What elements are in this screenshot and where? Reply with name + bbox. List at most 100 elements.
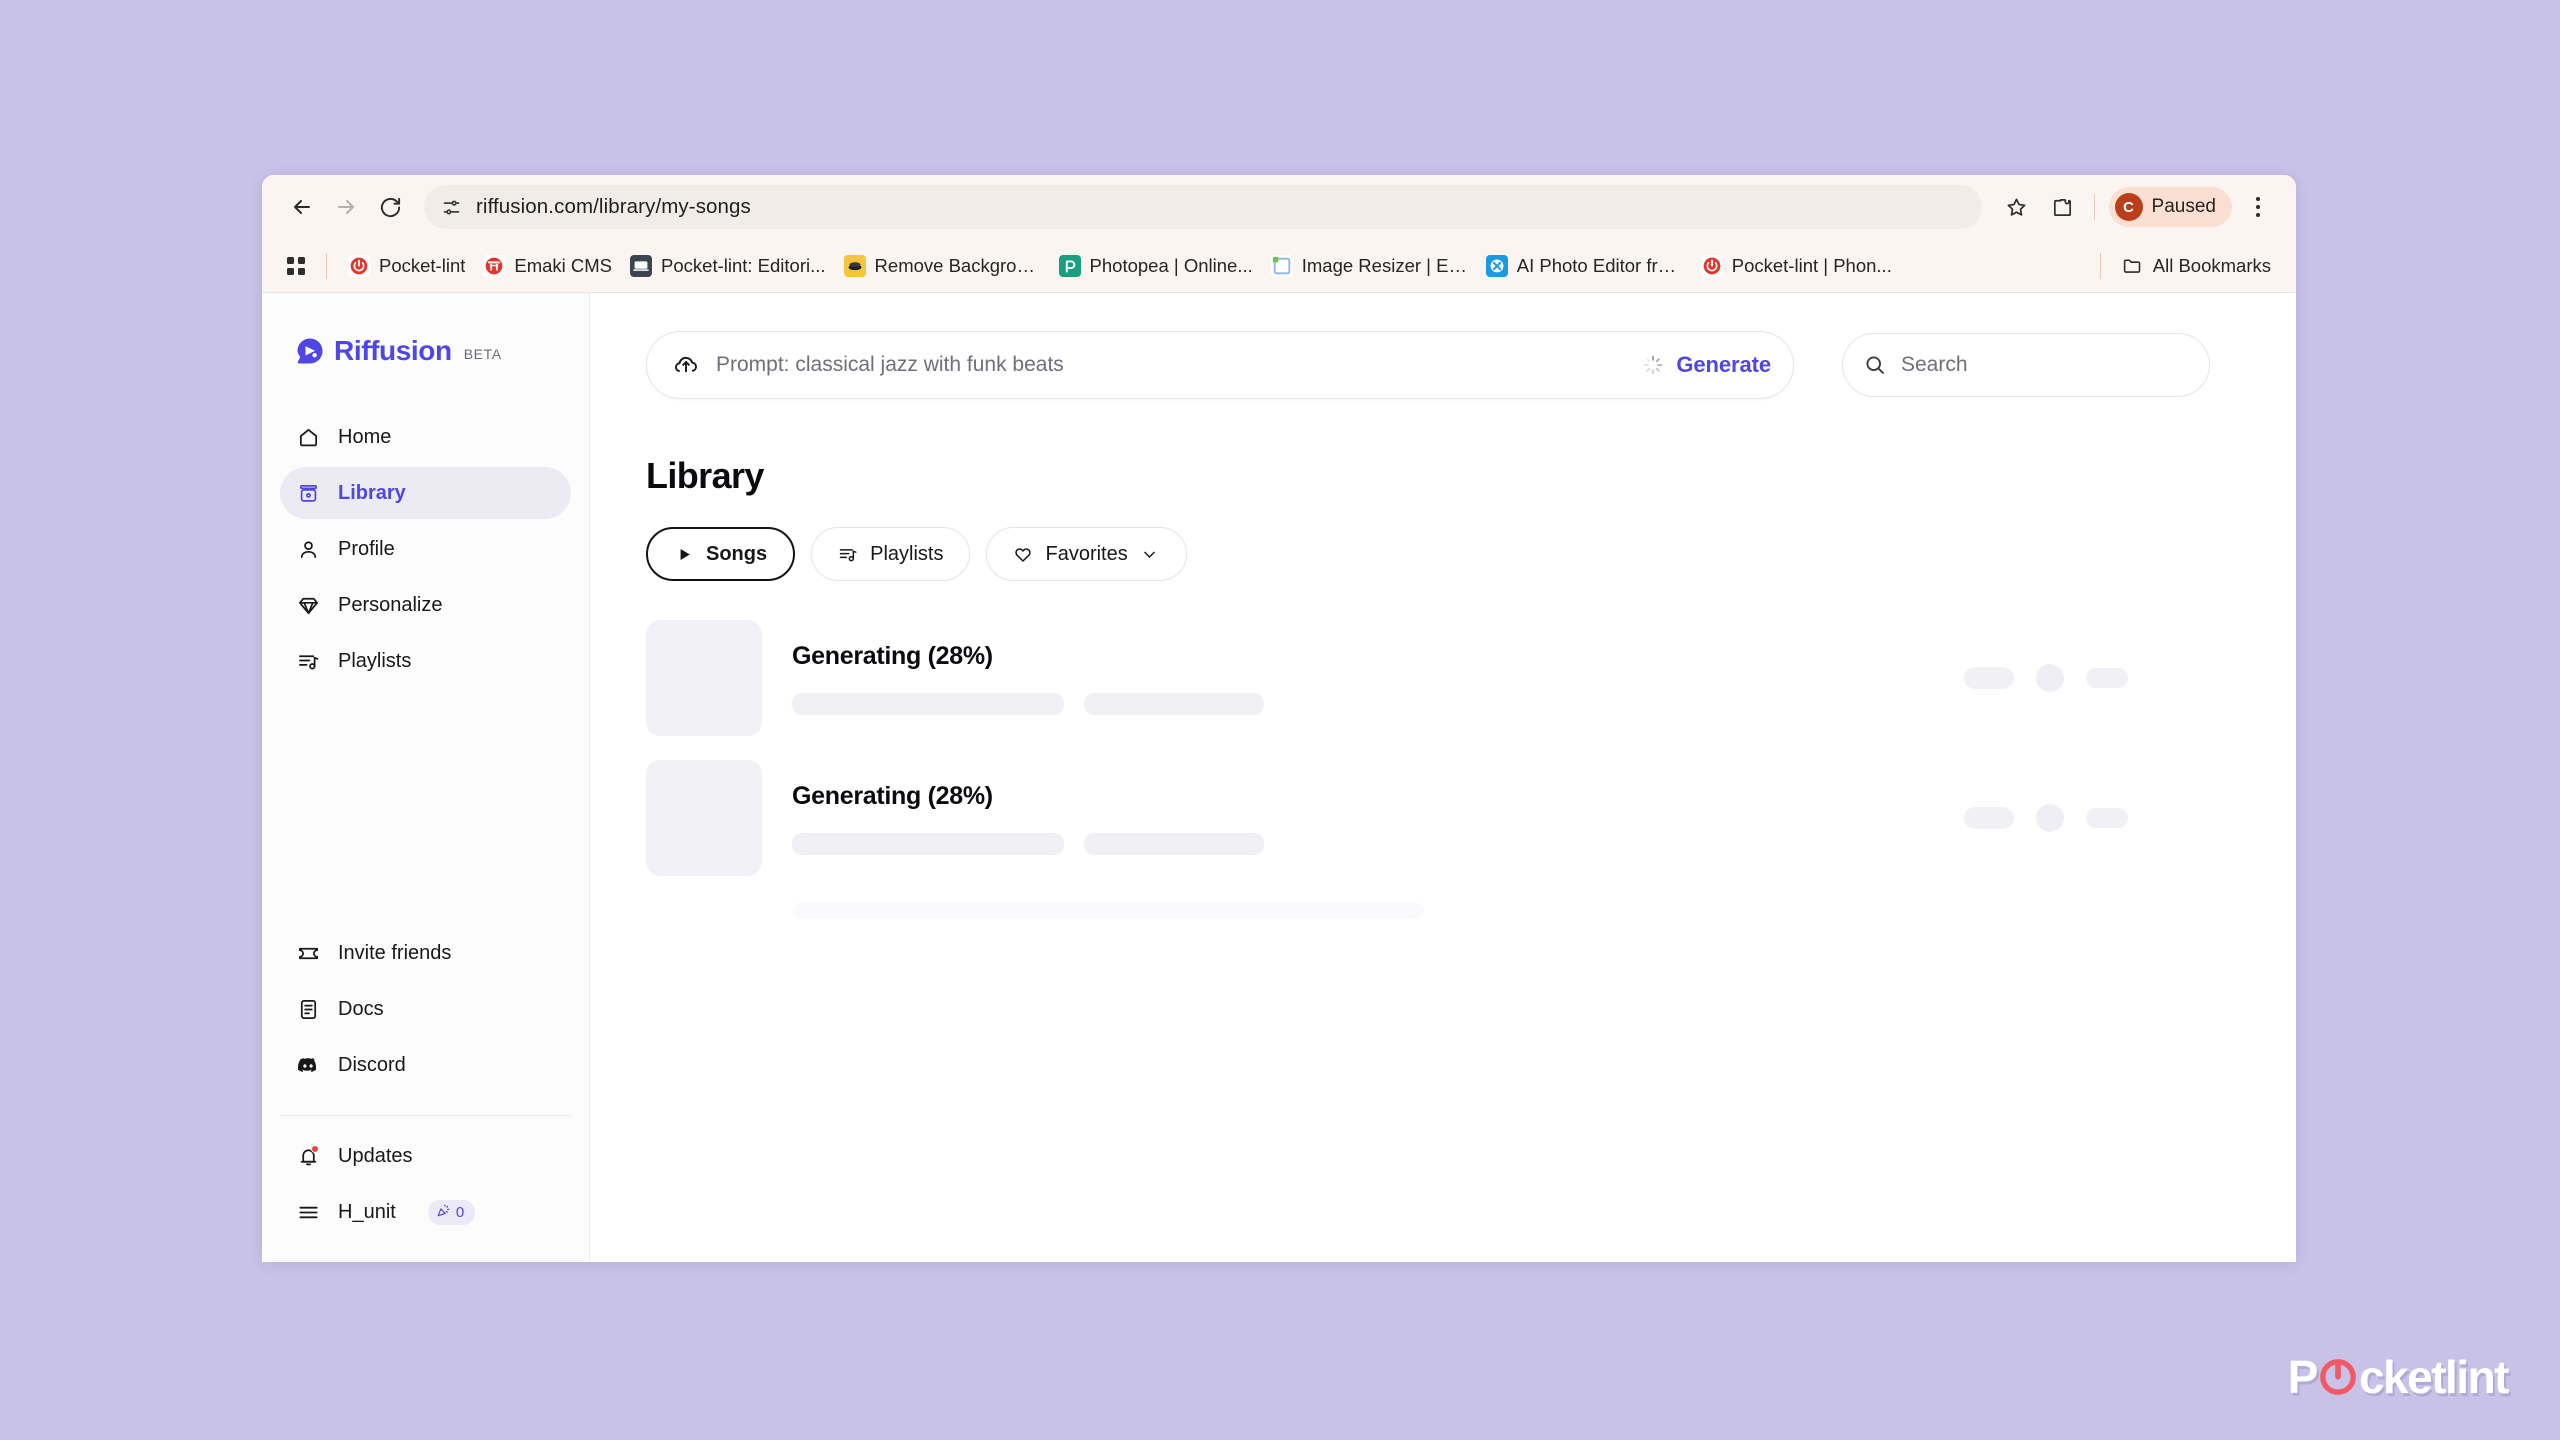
sidebar-item-profile[interactable]: Profile <box>280 523 571 575</box>
profile-status-label: Paused <box>2151 196 2216 217</box>
folder-icon <box>2122 255 2144 277</box>
bookmark-item[interactable]: Pocket-lint: Editori... <box>621 251 835 281</box>
watermark-prefix: P <box>2287 1351 2319 1403</box>
main-content: Prompt: classical jazz with funk beats G… <box>590 293 2296 1262</box>
sidebar-item-h-unit[interactable]: H_unit 0 <box>280 1186 571 1238</box>
sidebar-item-updates[interactable]: Updates <box>280 1130 571 1182</box>
photopea-icon <box>1058 254 1081 277</box>
sidebar-item-label: Discord <box>338 1053 406 1076</box>
skeleton-bar <box>1084 692 1264 715</box>
bookmark-item[interactable]: Image Resizer | Ea... <box>1262 251 1477 281</box>
browser-toolbar: riffusion.com/library/my-songs C Paused <box>262 175 2296 239</box>
tab-songs[interactable]: Songs <box>646 527 796 581</box>
skeleton-pill <box>1964 667 2014 689</box>
brand-name: Riffusion <box>334 335 452 366</box>
tab-label: Songs <box>706 542 768 565</box>
url-text: riffusion.com/library/my-songs <box>476 195 751 218</box>
sidebar-item-playlists[interactable]: Playlists <box>280 635 571 687</box>
profile-chip[interactable]: C Paused <box>2108 187 2232 227</box>
prompt-placeholder: Prompt: classical jazz with funk beats <box>716 353 1064 376</box>
search-input[interactable]: Search <box>1842 333 2210 397</box>
song-actions-skeleton <box>1964 664 2128 692</box>
power-button-icon <box>2318 1357 2358 1397</box>
star-icon[interactable] <box>1996 186 2038 228</box>
bookmark-item[interactable]: Remove Backgrou... <box>835 251 1050 281</box>
page-title: Library <box>646 455 764 496</box>
skeleton-bar <box>792 692 1064 715</box>
forward-button[interactable] <box>324 185 368 229</box>
library-content: Library Songs Playlists Favorites Genera… <box>590 455 2296 919</box>
search-icon <box>1863 353 1887 377</box>
brand[interactable]: Riffusion BETA <box>280 293 571 411</box>
ticket-icon <box>296 941 320 965</box>
sidebar-item-library[interactable]: Library <box>280 467 571 519</box>
prompt-input[interactable]: Prompt: classical jazz with funk beats G… <box>646 331 1794 399</box>
remove-bg-icon <box>843 254 866 277</box>
sidebar-item-personalize[interactable]: Personalize <box>280 579 571 631</box>
bookmark-item[interactable]: Pocket-lint <box>339 251 474 281</box>
all-bookmarks-button[interactable]: All Bookmarks <box>2113 251 2280 281</box>
bookmark-label: Pocket-lint: Editori... <box>661 254 826 276</box>
toolbar-divider <box>2093 194 2095 220</box>
emaki-torii-icon <box>483 254 506 277</box>
back-button[interactable] <box>280 185 324 229</box>
skeleton-bar <box>792 832 1064 855</box>
sidebar-item-label: Playlists <box>338 649 412 672</box>
sidebar-item-label: H_unit <box>338 1200 396 1223</box>
kebab-menu-icon[interactable] <box>2238 187 2278 227</box>
document-icon <box>296 997 320 1021</box>
address-bar[interactable]: riffusion.com/library/my-songs <box>424 185 1982 229</box>
song-info: Generating (28%) <box>792 782 1964 855</box>
generate-button[interactable]: Generate <box>1676 352 1771 378</box>
reload-button[interactable] <box>368 185 412 229</box>
tune-icon[interactable] <box>440 196 462 218</box>
sidebar-item-label: Invite friends <box>338 941 452 964</box>
top-bar: Prompt: classical jazz with funk beats G… <box>590 293 2296 399</box>
apps-grid-icon[interactable] <box>280 250 312 282</box>
list-item[interactable]: Generating (28%) <box>646 619 2244 737</box>
playlist-icon <box>296 649 320 673</box>
pocketlint-power-icon <box>348 254 370 277</box>
bookmark-item[interactable]: Photopea | Online... <box>1050 251 1262 281</box>
bookmark-label: Image Resizer | Ea... <box>1301 254 1468 276</box>
sidebar-item-docs[interactable]: Docs <box>280 983 571 1035</box>
notification-dot <box>311 1145 319 1153</box>
sidebar-item-label: Docs <box>338 997 384 1020</box>
sidebar-divider <box>280 1115 571 1116</box>
diamond-icon <box>296 593 320 617</box>
image-resizer-icon <box>1270 254 1293 277</box>
library-icon <box>296 481 320 505</box>
bookmark-label: Pocket-lint | Phon... <box>1731 254 1892 276</box>
song-meta-skeleton <box>792 832 1964 855</box>
bookmark-label: Remove Backgrou... <box>874 254 1041 276</box>
pocketlint-editorial-icon <box>630 254 653 277</box>
skeleton-pill <box>2086 668 2128 688</box>
skeleton-pill <box>2086 808 2128 828</box>
song-status: Generating (28%) <box>792 641 993 670</box>
watermark-suffix: cketlint <box>2358 1351 2510 1403</box>
sidebar-item-invite-friends[interactable]: Invite friends <box>280 927 571 979</box>
bookmark-label: AI Photo Editor fre... <box>1516 254 1683 276</box>
tab-favorites[interactable]: Favorites <box>986 527 1187 581</box>
sidebar-item-discord[interactable]: Discord <box>280 1039 571 1091</box>
song-info: Generating (28%) <box>792 642 1964 715</box>
library-filters: Songs Playlists Favorites <box>646 527 2244 581</box>
bookmark-item[interactable]: Emaki CMS <box>474 251 621 281</box>
list-item[interactable]: Generating (28%) <box>646 759 2244 877</box>
sidebar-item-label: Updates <box>338 1144 413 1167</box>
status-badge: 0 <box>427 1199 476 1225</box>
tab-label: Playlists <box>870 542 944 565</box>
sidebar-item-home[interactable]: Home <box>280 411 571 463</box>
party-popper-icon <box>436 1203 451 1222</box>
bookmark-item[interactable]: Pocket-lint | Phon... <box>1692 251 1901 281</box>
upload-cloud-icon[interactable] <box>673 352 699 378</box>
puzzle-icon[interactable] <box>2042 186 2084 228</box>
sidebar-item-label: Home <box>338 425 392 448</box>
app-page: Riffusion BETA Home Library Profile Pers… <box>262 293 2296 1262</box>
all-bookmarks-label: All Bookmarks <box>2152 254 2271 276</box>
hamburger-icon <box>296 1200 320 1224</box>
bookmark-label: Emaki CMS <box>514 254 613 276</box>
tab-playlists[interactable]: Playlists <box>811 527 971 581</box>
badge-count: 0 <box>455 1203 465 1221</box>
bookmark-item[interactable]: AI Photo Editor fre... <box>1477 251 1692 281</box>
